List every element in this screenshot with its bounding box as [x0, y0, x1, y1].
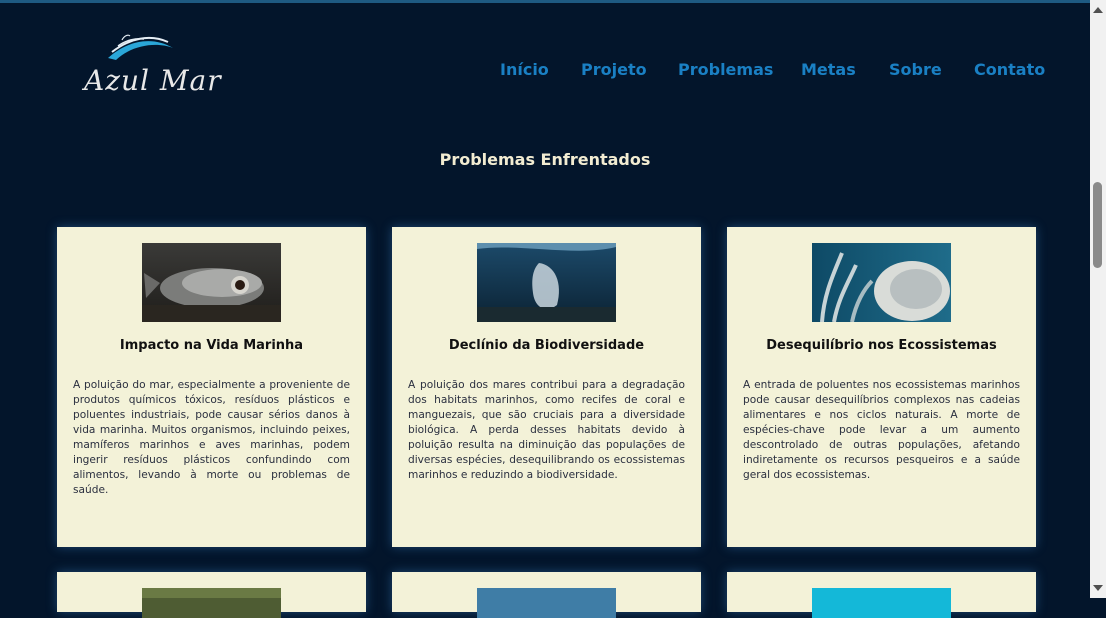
- logo[interactable]: Azul Mar: [78, 30, 221, 110]
- blue-water-image: [477, 588, 616, 618]
- cyan-water-image: [812, 588, 951, 618]
- nav-problemas[interactable]: Problemas: [678, 60, 773, 79]
- logo-text: Azul Mar: [84, 64, 222, 97]
- problem-card: [727, 572, 1036, 618]
- card-text: A poluição dos mares contribui para a de…: [408, 379, 685, 481]
- green-scene-image: [142, 588, 281, 618]
- problem-card: Declínio da Biodiversidade A poluição do…: [392, 227, 701, 547]
- card-title: Declínio da Biodiversidade: [448, 338, 645, 353]
- card-title: Desequilíbrio nos Ecossistemas: [766, 338, 997, 353]
- card-text: A poluição do mar, especialmente a prove…: [73, 379, 350, 496]
- nav-contato[interactable]: Contato: [974, 60, 1045, 79]
- problem-card: [57, 572, 366, 618]
- top-strip: [0, 0, 1090, 3]
- nav-metas[interactable]: Metas: [801, 60, 856, 79]
- card-text: A entrada de poluentes nos ecossistemas …: [743, 379, 1020, 481]
- scroll-down-arrow-icon[interactable]: [1093, 585, 1103, 591]
- bleached-coral-image: [812, 243, 951, 322]
- problem-card: [392, 572, 701, 618]
- section-title: Problemas Enfrentados: [439, 150, 651, 169]
- problem-card: Desequilíbrio nos Ecossistemas A entrada…: [727, 227, 1036, 547]
- dead-fish-image: [142, 243, 281, 322]
- problem-card: Impacto na Vida Marinha A poluição do ma…: [57, 227, 366, 547]
- nav-projeto[interactable]: Projeto: [581, 60, 647, 79]
- plastic-bag-image: [477, 243, 616, 322]
- vertical-scrollbar[interactable]: [1090, 0, 1106, 598]
- nav-inicio[interactable]: Início: [500, 60, 549, 79]
- card-title: Impacto na Vida Marinha: [119, 338, 304, 353]
- nav-sobre[interactable]: Sobre: [889, 60, 942, 79]
- scrollbar-thumb[interactable]: [1093, 182, 1102, 268]
- scroll-up-arrow-icon[interactable]: [1093, 7, 1103, 13]
